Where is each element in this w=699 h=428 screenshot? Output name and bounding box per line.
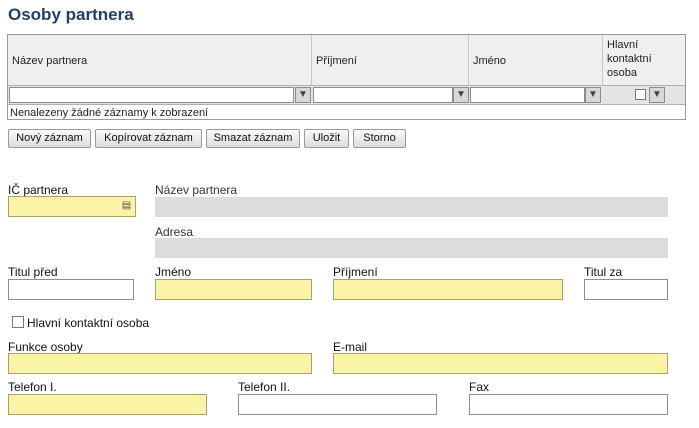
first-name-label: Jméno bbox=[155, 265, 192, 279]
column-header-label: Hlavní kontaktní osoba bbox=[607, 39, 652, 79]
filter-icon[interactable]: ▼ bbox=[295, 87, 311, 103]
column-header-first-name[interactable]: Jméno bbox=[469, 35, 603, 85]
partner-persons-grid: Název partnera Příjmení Jméno Hlavní kon… bbox=[7, 34, 686, 120]
title-before-label: Titul před bbox=[8, 265, 58, 279]
save-button[interactable]: Uložit bbox=[304, 129, 349, 148]
title-after-input[interactable] bbox=[584, 279, 668, 300]
address-field bbox=[155, 238, 668, 258]
email-input[interactable] bbox=[333, 353, 668, 374]
position-input[interactable] bbox=[8, 353, 312, 374]
phone1-input[interactable] bbox=[8, 394, 207, 415]
partner-name-field bbox=[155, 197, 668, 217]
filter-input-first-name[interactable] bbox=[470, 87, 585, 103]
filter-row: ▼ ▼ ▼ ▼ bbox=[8, 85, 685, 105]
filter-input-partner-name[interactable] bbox=[9, 87, 294, 103]
new-record-button[interactable]: Nový záznam bbox=[8, 129, 91, 148]
column-header-partner-name[interactable]: Název partnera bbox=[8, 35, 312, 85]
column-header-label: Název partnera bbox=[12, 55, 88, 67]
copy-record-button[interactable]: Kopírovat záznam bbox=[95, 129, 202, 148]
title-after-label: Titul za bbox=[584, 265, 623, 279]
main-contact-label: Hlavní kontaktní osoba bbox=[27, 316, 150, 330]
phone2-label: Telefon II. bbox=[238, 380, 291, 394]
column-header-main-contact[interactable]: Hlavní kontaktní osoba bbox=[603, 35, 685, 85]
partner-name-label: Název partnera bbox=[155, 183, 238, 197]
filter-icon[interactable]: ▼ bbox=[585, 87, 601, 103]
last-name-label: Příjmení bbox=[333, 265, 378, 279]
filter-checkbox-main-contact[interactable] bbox=[635, 89, 646, 100]
first-name-input[interactable] bbox=[155, 279, 312, 300]
column-header-label: Příjmení bbox=[316, 55, 357, 67]
phone2-input[interactable] bbox=[238, 394, 437, 415]
last-name-input[interactable] bbox=[333, 279, 563, 300]
fax-label: Fax bbox=[469, 380, 490, 394]
cancel-button[interactable]: Storno bbox=[353, 129, 406, 148]
grid-empty-message: Nenalezeny žádné záznamy k zobrazení bbox=[10, 107, 209, 119]
position-label: Funkce osoby bbox=[8, 340, 83, 354]
main-contact-checkbox[interactable] bbox=[12, 316, 24, 328]
filter-icon[interactable]: ▼ bbox=[453, 87, 469, 103]
column-header-label: Jméno bbox=[473, 55, 507, 67]
title-before-input[interactable] bbox=[8, 279, 134, 300]
phone1-label: Telefon I. bbox=[8, 380, 57, 394]
lookup-icon[interactable]: ▤ bbox=[121, 200, 132, 212]
filter-input-last-name[interactable] bbox=[313, 87, 453, 103]
delete-record-button[interactable]: Smazat záznam bbox=[206, 129, 300, 148]
filter-icon[interactable]: ▼ bbox=[649, 87, 665, 103]
email-label: E-mail bbox=[333, 340, 368, 354]
ic-partner-input[interactable]: ▤ bbox=[8, 196, 136, 217]
column-header-last-name[interactable]: Příjmení bbox=[312, 35, 469, 85]
page-title: Osoby partnera bbox=[8, 5, 134, 24]
fax-input[interactable] bbox=[469, 394, 668, 415]
address-label: Adresa bbox=[155, 225, 194, 239]
ic-partner-label: IČ partnera bbox=[8, 183, 69, 197]
